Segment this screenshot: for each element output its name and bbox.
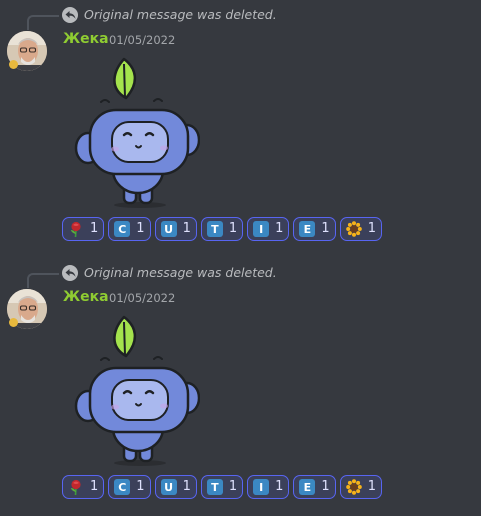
reply-spine (27, 15, 59, 30)
avatar-badge (9, 318, 18, 327)
reaction-button[interactable]: C1 (108, 475, 151, 499)
regional-indicator-i-icon: I (253, 221, 270, 237)
avatar-badge (9, 60, 18, 69)
message: Original message was deleted. Жека 01/05… (0, 0, 481, 258)
reaction-count: 1 (182, 479, 191, 494)
reply-spine (27, 273, 59, 288)
reaction-button[interactable]: 1 (62, 217, 105, 241)
sunflower-icon (345, 479, 362, 495)
reaction-count: 1 (321, 221, 330, 236)
wumpus-with-leaf-sticker[interactable] (70, 310, 201, 470)
reply-arrow-icon (62, 265, 78, 281)
reply-deleted-text[interactable]: Original message was deleted. (84, 7, 277, 23)
reaction-button[interactable]: 1 (339, 217, 382, 241)
reaction-count: 1 (228, 221, 238, 236)
reaction-button[interactable]: U1 (154, 475, 197, 499)
reply-arrow-icon (62, 7, 78, 23)
regional-indicator-e-icon: E (299, 221, 316, 237)
reaction-button[interactable]: U1 (154, 217, 197, 241)
reaction-count: 1 (182, 221, 191, 236)
reaction-button[interactable]: 1 (339, 475, 382, 499)
reaction-count: 1 (90, 479, 99, 494)
reactions-bar: 1C1U1T1I1E11 (62, 217, 382, 241)
rose-icon (68, 479, 84, 495)
reaction-button[interactable]: I1 (247, 475, 290, 499)
rose-icon (68, 221, 84, 237)
regional-indicator-u-icon: U (160, 221, 177, 237)
username[interactable]: Жека (63, 30, 109, 48)
reaction-button[interactable]: I1 (247, 217, 290, 241)
reaction-count: 1 (90, 221, 99, 236)
message: Original message was deleted. Жека 01/05… (0, 258, 481, 516)
regional-indicator-c-icon: C (114, 479, 131, 495)
sunflower-icon (345, 221, 362, 237)
reaction-button[interactable]: C1 (108, 217, 151, 241)
regional-indicator-i-icon: I (253, 479, 270, 495)
reaction-count: 1 (136, 479, 145, 494)
regional-indicator-e-icon: E (299, 479, 316, 495)
reaction-button[interactable]: E1 (293, 475, 336, 499)
regional-indicator-t-icon: T (206, 221, 223, 237)
timestamp: 01/05/2022 (109, 291, 176, 305)
regional-indicator-c-icon: C (114, 221, 131, 237)
reaction-count: 1 (367, 221, 376, 236)
reaction-button[interactable]: E1 (293, 217, 336, 241)
reaction-count: 1 (228, 479, 238, 494)
reaction-count: 1 (275, 221, 284, 236)
reaction-button[interactable]: T1 (200, 475, 244, 499)
reply-deleted-text[interactable]: Original message was deleted. (84, 265, 277, 281)
regional-indicator-t-icon: T (206, 479, 223, 495)
reaction-count: 1 (275, 479, 284, 494)
timestamp: 01/05/2022 (109, 33, 176, 47)
username[interactable]: Жека (63, 288, 109, 306)
reaction-count: 1 (321, 479, 330, 494)
reactions-bar: 1C1U1T1I1E11 (62, 475, 382, 499)
wumpus-with-leaf-sticker[interactable] (70, 52, 201, 212)
reaction-button[interactable]: 1 (62, 475, 105, 499)
reaction-button[interactable]: T1 (200, 217, 244, 241)
regional-indicator-u-icon: U (160, 479, 177, 495)
reaction-count: 1 (136, 221, 145, 236)
reaction-count: 1 (367, 479, 376, 494)
